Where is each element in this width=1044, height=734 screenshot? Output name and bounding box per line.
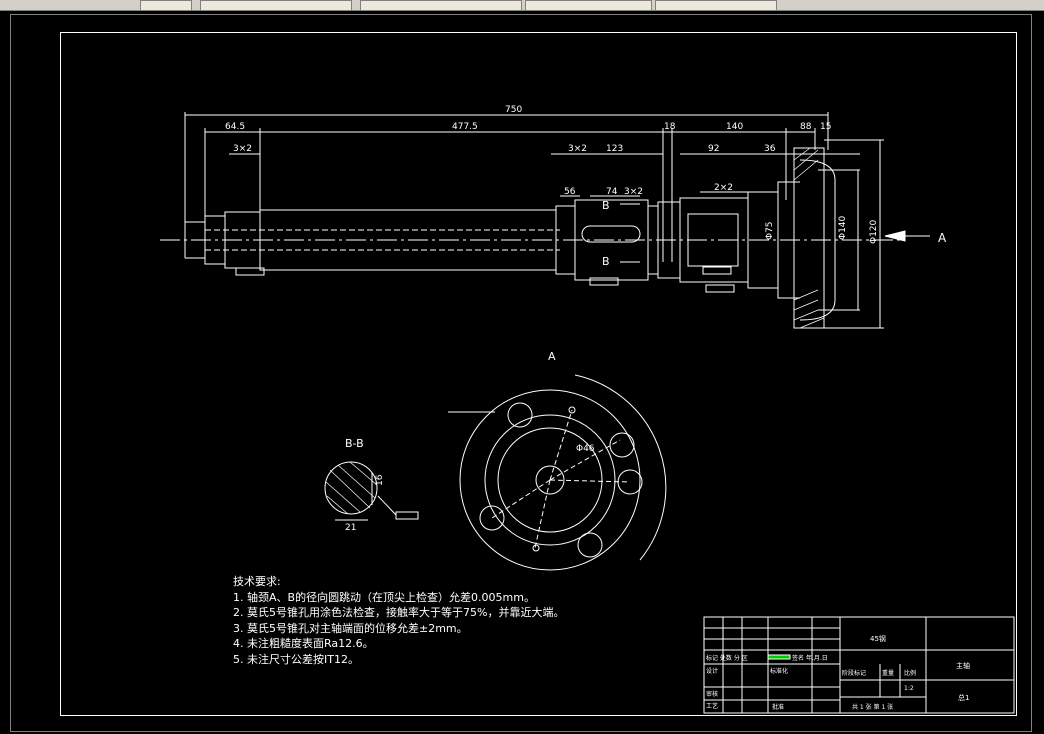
title-marks: 标记 处数 分 区 bbox=[706, 654, 748, 662]
dim-74: 74 bbox=[606, 187, 618, 197]
section-label-b-bottom: B bbox=[602, 255, 610, 268]
tech-title: 技术要求: bbox=[233, 575, 281, 588]
dim-3x2-b: 3×2 bbox=[568, 144, 587, 154]
dim-phi-140: Φ140 bbox=[838, 215, 848, 240]
dim-phi-120: Φ120 bbox=[869, 219, 879, 244]
tech-item: 5. 未注尺寸公差按IT12。 bbox=[233, 652, 359, 666]
dim-15: 15 bbox=[820, 122, 831, 132]
dim-56: 56 bbox=[564, 187, 576, 197]
view-label-a: A bbox=[548, 350, 556, 363]
title-weight: 重量 bbox=[882, 669, 894, 677]
section-label-b-top: B bbox=[602, 199, 610, 212]
section-dim-height: 16 bbox=[375, 474, 385, 486]
tech-item: 1. 轴颈A、B的径向圆跳动（在顶尖上检查）允差0.005mm。 bbox=[233, 590, 535, 604]
arrow-label-a: A bbox=[938, 231, 947, 245]
title-sheets: 共 1 张 第 1 张 bbox=[852, 703, 893, 711]
title-standard: 标准化 bbox=[770, 667, 788, 675]
title-material: 45钢 bbox=[870, 634, 886, 643]
title-approve: 批准 bbox=[772, 703, 784, 711]
section-dim-width: 21 bbox=[345, 523, 356, 533]
dim-phi-75: Φ75 bbox=[765, 221, 775, 240]
dim-3x2-c: 3×2 bbox=[624, 187, 643, 197]
dim-3x2-a: 3×2 bbox=[233, 144, 252, 154]
title-ratio: 1:2 bbox=[904, 685, 914, 692]
title-sign: 签名 年.月.日 bbox=[792, 654, 828, 662]
technical-requirements: 技术要求: 1. 轴颈A、B的径向圆跳动（在顶尖上检查）允差0.005mm。 2… bbox=[233, 574, 564, 667]
title-stage-mark: 阶段标记 bbox=[842, 669, 866, 677]
title-checker: 审核 bbox=[706, 690, 718, 698]
title-designer: 设计 bbox=[706, 667, 718, 675]
title-process: 工艺 bbox=[706, 702, 718, 710]
tech-item: 4. 未注粗糙度表面Ra12.6。 bbox=[233, 637, 374, 650]
dim-123: 123 bbox=[606, 144, 623, 154]
flange-hatching bbox=[793, 147, 825, 329]
dim-140: 140 bbox=[726, 122, 743, 132]
dim-2x2: 2×2 bbox=[714, 183, 733, 193]
dim-92: 92 bbox=[708, 144, 719, 154]
dim-overall: 750 bbox=[505, 105, 522, 115]
tech-item: 2. 莫氏5号锥孔用涂色法检查，接触率大于等于75%，并靠近大端。 bbox=[233, 606, 565, 619]
dim-18: 18 bbox=[664, 122, 676, 132]
title-scale-label: 比例 bbox=[904, 669, 916, 677]
view-a bbox=[448, 374, 667, 571]
dim-477-5: 477.5 bbox=[452, 122, 478, 132]
tech-item: 3. 莫氏5号锥孔对主轴端面的位移允差±2mm。 bbox=[233, 621, 468, 635]
title-part-name: 主轴 bbox=[956, 661, 970, 670]
dim-64-5: 64.5 bbox=[225, 122, 245, 132]
shaft-outline bbox=[160, 112, 930, 329]
title-drawing-no: 总1 bbox=[958, 693, 969, 702]
dim-36: 36 bbox=[764, 144, 776, 154]
section-title: B-B bbox=[345, 437, 364, 450]
dim-88: 88 bbox=[800, 122, 812, 132]
section-b-b bbox=[324, 461, 419, 521]
dim-phi-46: Φ46 bbox=[576, 444, 595, 454]
